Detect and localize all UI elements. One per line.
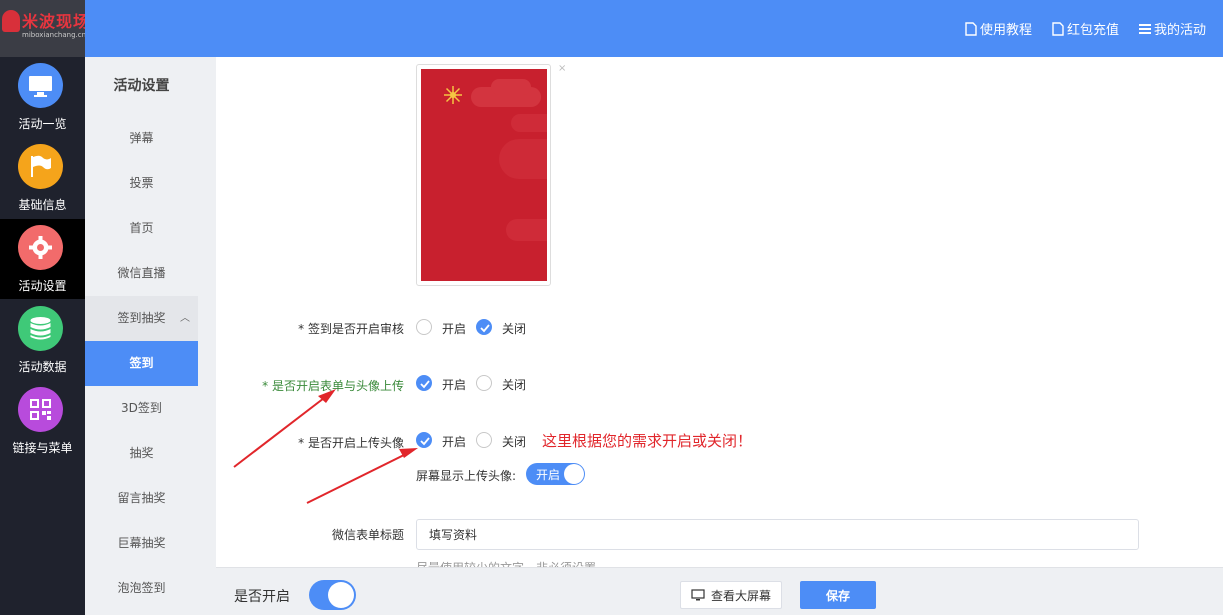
document-icon bbox=[965, 21, 977, 36]
view-big-screen-label: 查看大屏幕 bbox=[710, 588, 771, 603]
left-rail: 米波现场 miboxianchang.cn 活动一览 基础信息 活动设置 活动数… bbox=[0, 0, 89, 615]
review-on-radio[interactable] bbox=[416, 319, 432, 335]
monitor-icon bbox=[18, 63, 63, 108]
database-icon bbox=[18, 306, 63, 351]
submenu-group-checkin-lottery[interactable]: 签到抽奖 ︿ bbox=[85, 296, 198, 341]
review-label: * 签到是否开启审核 bbox=[298, 322, 404, 336]
enable-toggle[interactable] bbox=[309, 580, 356, 610]
avatar-upload-off-radio[interactable] bbox=[476, 432, 492, 448]
avatar-upload-label: * 是否开启上传头像 bbox=[298, 436, 404, 450]
rail-item-label: 活动一览 bbox=[18, 117, 67, 131]
rail-item-links-menu[interactable]: 链接与菜单 bbox=[0, 381, 85, 461]
monitor-icon bbox=[691, 589, 705, 601]
remove-image-icon[interactable]: × bbox=[558, 63, 566, 74]
chevron-up-icon: ︿ bbox=[180, 313, 190, 324]
submenu-item-vote[interactable]: 投票 bbox=[85, 161, 198, 206]
review-on-text: 开启 bbox=[442, 322, 467, 336]
view-big-screen-button[interactable]: 查看大屏幕 bbox=[680, 581, 782, 609]
flag-icon bbox=[18, 144, 63, 189]
tutorial-link-label: 使用教程 bbox=[980, 23, 1033, 38]
document-icon bbox=[1052, 21, 1064, 36]
toggle-knob bbox=[564, 464, 584, 484]
my-activities-link-label: 我的活动 bbox=[1154, 23, 1207, 38]
bottom-bar: 是否开启 查看大屏幕 保存 bbox=[216, 567, 1223, 615]
background-image-preview[interactable] bbox=[416, 64, 551, 286]
firework-icon bbox=[444, 86, 462, 104]
review-off-text: 关闭 bbox=[502, 322, 527, 336]
screen-show-avatar-toggle[interactable]: 开启 bbox=[526, 463, 585, 485]
gear-icon bbox=[18, 225, 63, 270]
rail-item-label: 活动数据 bbox=[18, 360, 67, 374]
rail-item-label: 链接与菜单 bbox=[12, 441, 73, 455]
toggle-text: 开启 bbox=[536, 468, 561, 482]
check-icon bbox=[420, 437, 430, 446]
poster-image bbox=[421, 69, 547, 281]
form-upload-on-text: 开启 bbox=[442, 378, 467, 392]
submenu-item-home[interactable]: 首页 bbox=[85, 206, 198, 251]
toggle-knob bbox=[328, 582, 354, 608]
rail-item-basic-info[interactable]: 基础信息 bbox=[0, 138, 85, 218]
check-icon bbox=[420, 380, 430, 389]
review-off-radio[interactable] bbox=[476, 319, 492, 335]
form-upload-off-radio[interactable] bbox=[476, 375, 492, 391]
submenu-item-3d-checkin[interactable]: 3D签到 bbox=[85, 386, 198, 431]
annotation-note: 这里根据您的需求开启或关闭！ bbox=[542, 432, 753, 450]
check-icon bbox=[480, 324, 490, 333]
rail-item-activity-data[interactable]: 活动数据 bbox=[0, 300, 85, 380]
menu-icon bbox=[1139, 23, 1151, 34]
form-upload-off-text: 关闭 bbox=[502, 378, 527, 392]
my-activities-link[interactable]: 我的活动 bbox=[1139, 19, 1206, 38]
submenu-item-bubble-checkin[interactable]: 泡泡签到 bbox=[85, 566, 198, 611]
submenu-item-barrage[interactable]: 弹幕 bbox=[85, 116, 198, 161]
rail-item-overview[interactable]: 活动一览 bbox=[0, 57, 85, 137]
rail-item-label: 基础信息 bbox=[18, 198, 67, 212]
avatar-upload-on-text: 开启 bbox=[442, 435, 467, 449]
submenu-item-checkin[interactable]: 签到 bbox=[85, 341, 198, 386]
screen-show-avatar-label: 屏幕显示上传头像: bbox=[416, 469, 517, 483]
logo-mark-icon bbox=[2, 10, 20, 32]
wechat-title-input[interactable] bbox=[416, 519, 1139, 550]
form-upload-on-radio[interactable] bbox=[416, 375, 432, 391]
avatar-upload-off-text: 关闭 bbox=[502, 435, 527, 449]
submenu-item-wechat-live[interactable]: 微信直播 bbox=[85, 251, 198, 296]
submenu-item-message-lottery[interactable]: 留言抽奖 bbox=[85, 476, 198, 521]
recharge-link-label: 红包充值 bbox=[1067, 23, 1120, 38]
top-header: 使用教程 红包充值 我的活动 bbox=[85, 0, 1223, 57]
avatar-upload-on-radio[interactable] bbox=[416, 432, 432, 448]
settings-content: × * 签到是否开启审核 开启 关闭 * 是否开启表单与头像上传 开启 关闭 *… bbox=[216, 57, 1223, 567]
qrcode-icon bbox=[18, 387, 63, 432]
recharge-link[interactable]: 红包充值 bbox=[1052, 19, 1119, 38]
tutorial-link[interactable]: 使用教程 bbox=[965, 19, 1032, 38]
enable-label: 是否开启 bbox=[234, 589, 290, 605]
submenu-item-lottery[interactable]: 抽奖 bbox=[85, 431, 198, 476]
wechat-title-label: 微信表单标题 bbox=[331, 528, 404, 542]
submenu-group-label: 签到抽奖 bbox=[117, 311, 166, 325]
brand-logo[interactable]: 米波现场 miboxianchang.cn bbox=[0, 0, 89, 57]
submenu-title: 活动设置 bbox=[113, 78, 170, 94]
wechat-title-hint: 尽量使用较少的文字，非必须设置 bbox=[416, 559, 596, 567]
brand-domain: miboxianchang.cn bbox=[22, 31, 87, 39]
brand-name: 米波现场 bbox=[22, 12, 91, 31]
rail-item-activity-settings[interactable]: 活动设置 bbox=[0, 219, 85, 299]
rail-item-label: 活动设置 bbox=[18, 279, 67, 293]
submenu-item-giant-screen-lottery[interactable]: 巨幕抽奖 bbox=[85, 521, 198, 566]
form-upload-label: * 是否开启表单与头像上传 bbox=[262, 379, 404, 393]
settings-submenu: 活动设置 弹幕 投票 首页 微信直播 签到抽奖 ︿ 签到 3D签到 抽奖 留言抽… bbox=[85, 57, 198, 615]
save-button[interactable]: 保存 bbox=[800, 581, 876, 609]
